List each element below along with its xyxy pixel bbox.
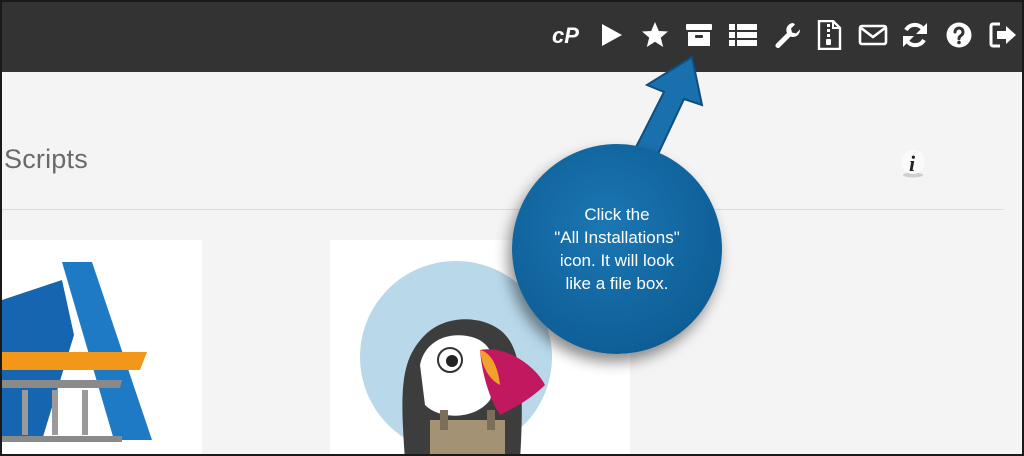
- callout-bubble: Click the "All Installations" icon. It w…: [512, 144, 722, 354]
- callout-arrow: [628, 55, 704, 169]
- callout-line: icon. It will look: [559, 251, 675, 270]
- callout-line: like a file box.: [565, 274, 669, 293]
- callout-text: Click the "All Installations" icon. It w…: [532, 203, 702, 295]
- screenshot-frame: cP Scripts i Click the "All Installation…: [0, 0, 1024, 456]
- callout-line: Click the: [584, 205, 650, 224]
- callout-line: "All Installations": [554, 228, 680, 247]
